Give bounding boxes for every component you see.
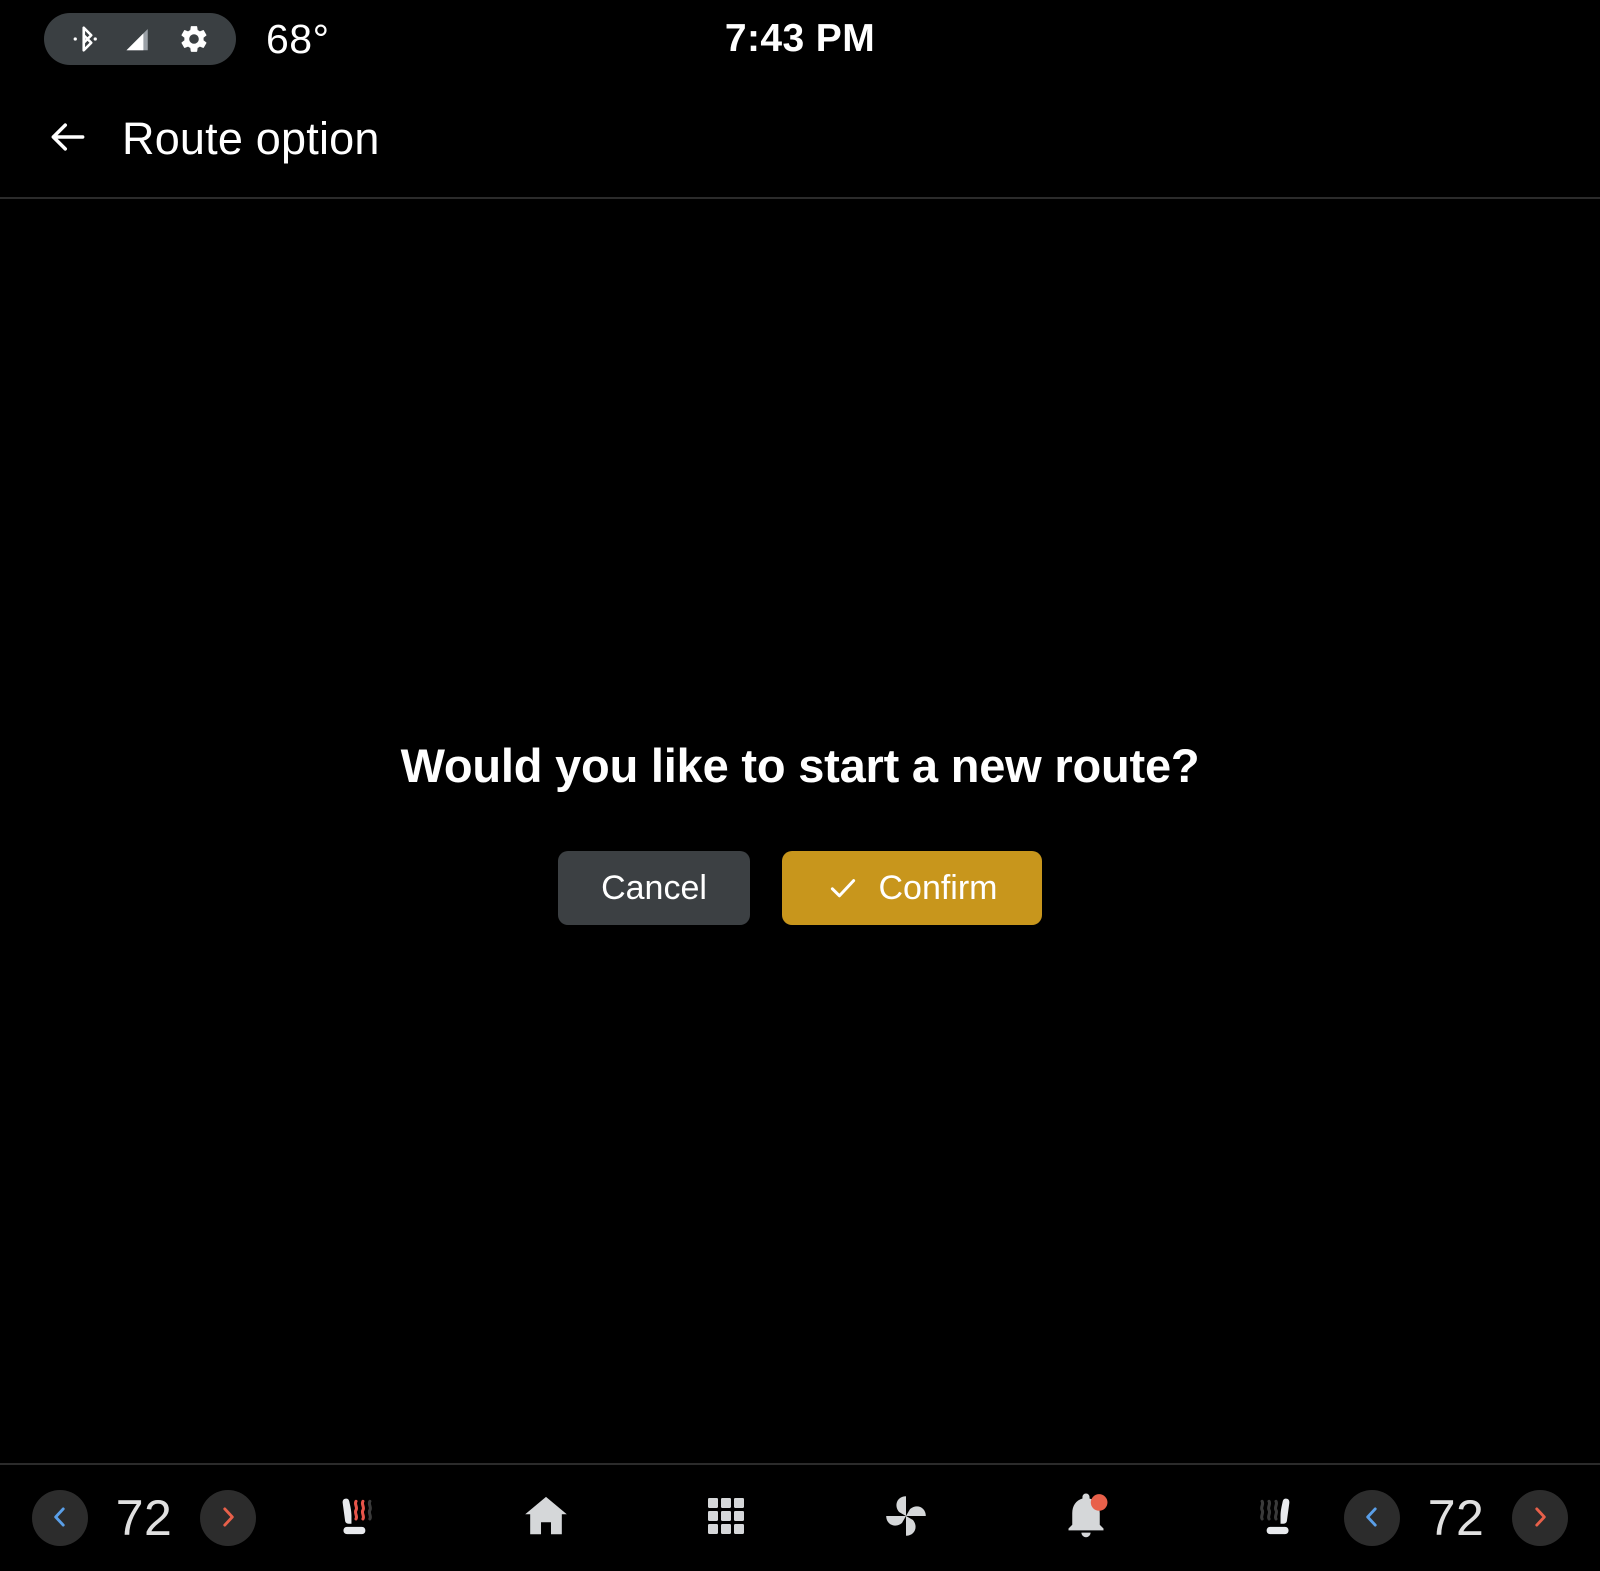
apps-button[interactable]: [694, 1486, 758, 1550]
bottom-navigation-bar: 72 72: [0, 1465, 1600, 1571]
passenger-temperature-value: 72: [1427, 1490, 1485, 1546]
passenger-climate-controls: 72: [1344, 1489, 1568, 1547]
back-button[interactable]: [30, 101, 106, 177]
bell-icon: [1061, 1491, 1111, 1546]
dialog-message: Would you like to start a new route?: [400, 739, 1200, 792]
cancel-button[interactable]: Cancel: [558, 851, 750, 925]
heated-seat-icon: [1244, 1484, 1308, 1553]
passenger-temp-increase-button[interactable]: [1512, 1490, 1568, 1546]
confirm-button-label: Confirm: [878, 868, 998, 907]
home-button[interactable]: [514, 1486, 578, 1550]
fan-icon: [879, 1489, 933, 1548]
chevron-right-icon: [215, 1504, 241, 1533]
driver-temp-decrease-button[interactable]: [32, 1490, 88, 1546]
driver-seat-heater-button[interactable]: [320, 1482, 392, 1554]
home-icon: [520, 1490, 572, 1547]
chevron-left-icon: [1359, 1504, 1385, 1533]
confirm-button[interactable]: Confirm: [782, 851, 1042, 925]
dialog-actions: Cancel Confirm: [558, 851, 1042, 925]
driver-temp-increase-button[interactable]: [200, 1490, 256, 1546]
apps-grid-icon: [702, 1492, 750, 1545]
center-nav-icons: [392, 1486, 1240, 1550]
chevron-left-icon: [47, 1504, 73, 1533]
chevron-right-icon: [1527, 1504, 1553, 1533]
notifications-button[interactable]: [1054, 1486, 1118, 1550]
heated-seat-icon: [324, 1484, 388, 1553]
climate-button[interactable]: [874, 1486, 938, 1550]
app-bar: Route option: [0, 80, 1600, 198]
confirmation-dialog: Would you like to start a new route? Can…: [0, 199, 1600, 1464]
clock: 7:43 PM: [724, 17, 876, 60]
status-bar: 68° 7:43 PM: [0, 0, 1600, 80]
passenger-seat-heater-button[interactable]: [1240, 1482, 1312, 1554]
car-infotainment-screen: 68° 7:43 PM Route option Would you like …: [0, 0, 1600, 1571]
driver-temperature-value: 72: [115, 1490, 173, 1546]
page-title: Route option: [122, 113, 380, 164]
content-area: Would you like to start a new route? Can…: [0, 199, 1600, 1464]
back-arrow-icon: [46, 115, 90, 164]
passenger-temp-decrease-button[interactable]: [1344, 1490, 1400, 1546]
driver-climate-controls: 72: [32, 1489, 256, 1547]
check-icon: [826, 871, 860, 905]
